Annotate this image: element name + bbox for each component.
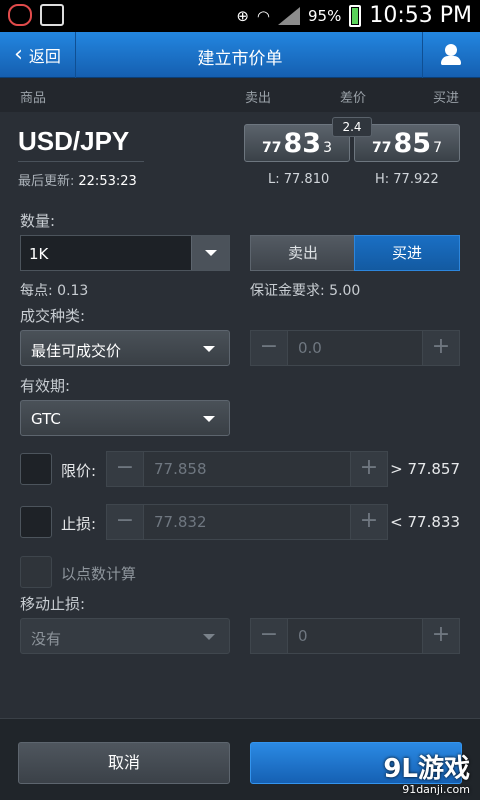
limit-label: 限价: [61,462,97,480]
currency-pair: USD/JPY [18,126,130,156]
chevron-down-icon [203,346,215,352]
quantity-dropdown-button[interactable] [191,236,229,270]
image-icon [40,4,64,26]
cancel-button[interactable]: 取消 [18,742,230,784]
points-checkbox[interactable] [20,556,52,588]
trailing-minus-button[interactable]: − [250,618,288,654]
last-update-time: 22:53:23 [78,174,137,189]
sell-price-prefix: 77 [262,140,282,156]
limit-plus-button[interactable]: + [350,451,388,487]
col-product: 商品 [20,91,47,106]
order-type-value: 最佳可成交价 [31,342,122,360]
quantity-dropdown[interactable]: 1K [20,235,230,271]
col-spread: 差价 [340,91,367,106]
spread-badge: 2.4 [332,117,372,137]
gps-icon: ⊕ [236,6,249,25]
trailing-stop-select[interactable]: 没有 [20,618,230,654]
pip-value: 每点: 0.13 [20,283,89,299]
buy-price-suffix: 7 [433,140,442,156]
last-update: 最后更新: 22:53:23 [18,170,137,189]
chevron-down-icon [205,250,217,256]
trailing-input[interactable]: 0 [288,618,422,654]
watermark: 9L游戏 91danji.com [383,748,470,796]
stop-condition: < 77.833 [390,513,460,531]
page-title: 建立市价单 [197,49,283,69]
clock: 10:53 PM [369,3,472,28]
low-price: L: 77.810 [268,172,330,187]
trailing-stop-value: 没有 [31,630,62,648]
stop-plus-button[interactable]: + [350,504,388,540]
quantity-value: 1K [29,245,49,263]
chevron-down-icon [203,634,215,640]
stop-loss-stepper: − 77.832 + [106,504,388,540]
sell-price-big: 83 [283,128,322,159]
buy-price-big: 85 [393,128,432,159]
stop-loss-label: 止损: [61,515,97,533]
user-button[interactable] [422,32,480,78]
limit-stepper: − 77.858 + [106,451,388,487]
buy-price-prefix: 77 [372,140,392,156]
col-sell: 卖出 [245,91,272,106]
price-input[interactable]: 0.0 [288,330,422,366]
stop-input[interactable]: 77.832 [144,504,350,540]
margin-requirement: 保证金要求: 5.00 [250,283,361,299]
signal-icon [278,6,300,25]
battery-percent: 95% [308,6,342,25]
stop-loss-checkbox[interactable] [20,506,52,538]
quantity-label: 数量: [20,212,56,230]
nav-bar: ‹ 返回 建立市价单 [0,32,480,78]
sell-price-suffix: 3 [323,140,332,156]
validity-label: 有效期: [20,377,71,395]
points-label: 以点数计算 [61,565,137,583]
limit-condition: > 77.857 [390,460,460,478]
trailing-plus-button[interactable]: + [422,618,460,654]
watermark-url: 91danji.com [402,783,470,796]
sell-toggle[interactable]: 卖出 [250,235,356,271]
limit-input[interactable]: 77.858 [144,451,350,487]
order-type-label: 成交种类: [20,307,86,325]
status-bar: ⊕ ◠ 95% 10:53 PM [0,0,480,32]
battery-icon [349,4,362,27]
trailing-stop-label: 移动止损: [20,595,86,613]
watermark-text: 9L游戏 [383,754,470,784]
limit-checkbox[interactable] [20,453,52,485]
divider [18,161,144,162]
col-buy: 买进 [433,91,460,106]
price-stepper: − 0.0 + [250,330,460,366]
validity-value: GTC [31,410,61,428]
validity-select[interactable]: GTC [20,400,230,436]
limit-minus-button[interactable]: − [106,451,144,487]
buy-toggle[interactable]: 买进 [354,235,460,271]
high-price: H: 77.922 [375,172,439,187]
cloud-icon [8,4,32,26]
last-update-label: 最后更新: [18,174,75,189]
price-minus-button[interactable]: − [250,330,288,366]
column-header: 商品 卖出 差价 买进 [0,78,480,112]
stop-minus-button[interactable]: − [106,504,144,540]
order-type-select[interactable]: 最佳可成交价 [20,330,230,366]
price-plus-button[interactable]: + [422,330,460,366]
wifi-icon: ◠ [256,6,270,25]
chevron-down-icon [203,416,215,422]
trailing-stepper: − 0 + [250,618,460,654]
